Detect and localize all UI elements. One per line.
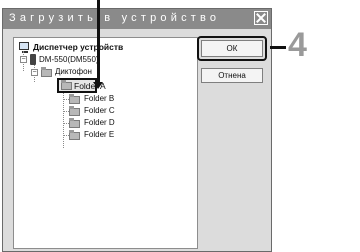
- folder-icon: [69, 130, 80, 140]
- expand-toggle-icon[interactable]: −: [31, 69, 38, 76]
- upload-dialog: Загрузить в устройство Диспетчер устройс…: [2, 8, 272, 252]
- tree-root-label[interactable]: Диспетчер устройств: [33, 41, 123, 53]
- step-number: 4: [288, 26, 307, 64]
- dialog-title: Загрузить в устройство: [9, 12, 221, 24]
- callout-pointer-line: [97, 0, 100, 84]
- title-bar: Загрузить в устройство: [3, 9, 271, 29]
- tree-device-label[interactable]: DM-550(DM550): [39, 54, 99, 66]
- folder-icon: [69, 94, 80, 104]
- tree-folder-label[interactable]: Folder C: [84, 105, 115, 117]
- computer-icon: [19, 42, 29, 53]
- callout-connector-line: [270, 46, 286, 49]
- cancel-button[interactable]: Отнена: [201, 68, 263, 83]
- folder-icon: [69, 106, 80, 116]
- tree-folder-label[interactable]: Folder E: [84, 129, 114, 141]
- ok-button[interactable]: ОК: [201, 40, 263, 57]
- callout-arrow-icon: [93, 82, 103, 89]
- close-icon[interactable]: [254, 11, 268, 25]
- recorder-folder-icon: [41, 67, 52, 77]
- folder-icon: [69, 118, 80, 128]
- recorder-device-icon: [30, 54, 36, 65]
- folder-icon: [61, 80, 72, 90]
- device-tree: Диспетчер устройств − DM-550(DM550) − Ди…: [13, 37, 198, 249]
- tree-folder-label[interactable]: Folder D: [84, 117, 115, 129]
- tree-folder-label[interactable]: Folder B: [84, 93, 114, 105]
- expand-toggle-icon[interactable]: −: [20, 56, 27, 63]
- tree-sub-label[interactable]: Диктофон: [55, 66, 92, 78]
